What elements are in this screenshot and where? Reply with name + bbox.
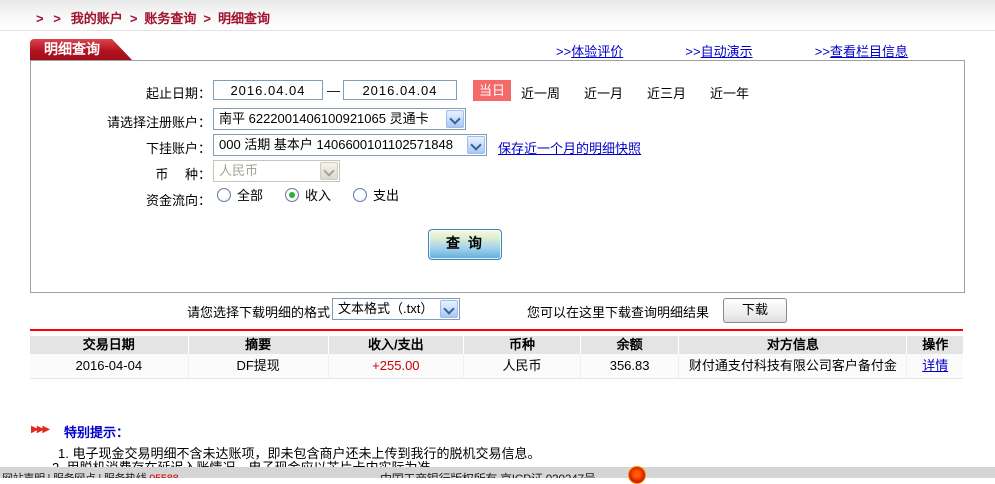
quick-range-month[interactable]: 近一月 xyxy=(584,83,623,102)
table-header-row: 交易日期 摘要 收入/支出 币种 余额 对方信息 操作 xyxy=(30,336,963,354)
date-separator: — xyxy=(327,83,340,98)
breadcrumb: > > 我的账户 > 账务查询 > 明细查询 xyxy=(36,8,270,27)
breadcrumb-my-account[interactable]: 我的账户 xyxy=(71,11,123,26)
quick-range-quarter[interactable]: 近三月 xyxy=(647,83,686,102)
link-label: 体验评价 xyxy=(571,44,623,59)
fund-flow-label: 资金流向： xyxy=(31,190,211,209)
red-seal-icon xyxy=(628,466,646,484)
results-table: 交易日期 摘要 收入/支出 币种 余额 对方信息 操作 2016-04-04 D… xyxy=(30,336,963,379)
sub-account-label: 下挂账户： xyxy=(31,138,211,157)
col-header-action: 操作 xyxy=(906,336,963,354)
flow-option-all[interactable]: 全部 xyxy=(217,185,263,204)
radio-label: 收入 xyxy=(305,185,331,204)
flow-option-expense[interactable]: 支出 xyxy=(353,185,399,204)
col-header-counterparty: 对方信息 xyxy=(678,336,906,354)
chevron-down-icon[interactable] xyxy=(446,110,464,128)
link-prefix: >> xyxy=(685,44,700,59)
breadcrumb-prefix: > > xyxy=(36,11,64,26)
col-header-summary: 摘要 xyxy=(188,336,328,354)
radio-income[interactable] xyxy=(285,188,299,202)
radio-label: 全部 xyxy=(237,185,263,204)
chevron-down-icon xyxy=(320,162,338,180)
link-label: 查看栏目信息 xyxy=(830,44,908,59)
radio-expense[interactable] xyxy=(353,188,367,202)
sub-account-value: 000 活期 基本户 1406600101102571848 xyxy=(219,135,466,155)
cell-date: 2016-04-04 xyxy=(30,354,188,378)
cell-summary: DF提现 xyxy=(188,354,328,378)
save-snapshot-link[interactable]: 保存近一个月的明细快照 xyxy=(498,138,641,157)
cell-counterparty: 财付通支付科技有限公司客户备付金 xyxy=(678,354,906,378)
query-button[interactable]: 查 询 xyxy=(428,229,502,260)
link-prefix: >> xyxy=(556,44,571,59)
footer-bar: 网站声明 | 服务网点 | 服务热线 95588 中国工商银行版权所有 京ICP… xyxy=(0,467,995,478)
quick-range-year[interactable]: 近一年 xyxy=(710,83,749,102)
link-prefix: >> xyxy=(815,44,830,59)
currency-select-disabled: 人民币 xyxy=(213,160,340,182)
breadcrumb-account-query[interactable]: 账务查询 xyxy=(144,11,196,26)
header-links: >>体验评价 >>自动演示 >>查看栏目信息 xyxy=(556,41,908,60)
col-header-balance: 余额 xyxy=(580,336,678,354)
registered-account-select[interactable]: 南平 6222001406100921065 灵通卡 xyxy=(213,108,466,130)
footer-left-text: 网站声明 | 服务网点 | 服务热线 95588 xyxy=(2,470,178,478)
cell-balance: 356.83 xyxy=(580,354,678,378)
breadcrumb-detail-query[interactable]: 明细查询 xyxy=(218,11,270,26)
breadcrumb-separator: > xyxy=(130,11,138,26)
col-header-currency: 币种 xyxy=(463,336,580,354)
detail-link[interactable]: 详情 xyxy=(922,358,948,373)
cell-amount: +255.00 xyxy=(328,354,463,378)
footer-copyright: 中国工商银行版权所有 京ICP证 030247号 xyxy=(380,470,596,478)
triple-arrow-icon: ▶▶▶ xyxy=(31,424,48,435)
hotline-number: 95588 xyxy=(149,473,178,478)
radio-all[interactable] xyxy=(217,188,231,202)
link-experience-review[interactable]: >>体验评价 xyxy=(556,41,623,60)
radio-label: 支出 xyxy=(373,185,399,204)
cell-currency: 人民币 xyxy=(463,354,580,378)
breadcrumb-bar: > > 我的账户 > 账务查询 > 明细查询 xyxy=(0,0,995,31)
date-from-input[interactable] xyxy=(213,80,323,100)
col-header-date: 交易日期 xyxy=(30,336,188,354)
chevron-down-icon[interactable] xyxy=(467,136,485,154)
cell-action: 详情 xyxy=(906,354,963,378)
currency-value: 人民币 xyxy=(219,161,319,181)
breadcrumb-separator: > xyxy=(203,11,211,26)
special-notes-title: 特别提示： xyxy=(64,422,129,441)
flow-option-income[interactable]: 收入 xyxy=(285,185,331,204)
download-format-value: 文本格式（.txt） xyxy=(338,299,439,319)
date-to-input[interactable] xyxy=(343,80,457,100)
red-divider xyxy=(30,329,963,331)
registered-account-value: 南平 6222001406100921065 灵通卡 xyxy=(219,109,445,129)
download-format-select[interactable]: 文本格式（.txt） xyxy=(332,298,460,320)
date-range-label: 起止日期： xyxy=(31,83,211,102)
fund-flow-options: 全部 收入 支出 xyxy=(217,185,421,204)
col-header-amount: 收入/支出 xyxy=(328,336,463,354)
currency-label: 币 种： xyxy=(31,164,211,183)
download-hint: 您可以在这里下载查询明细结果 xyxy=(527,302,709,321)
link-label: 自动演示 xyxy=(701,44,753,59)
download-button[interactable]: 下载 xyxy=(723,298,787,323)
link-view-column-info[interactable]: >>查看栏目信息 xyxy=(815,41,908,60)
registered-account-label: 请选择注册账户： xyxy=(31,112,211,131)
today-badge-button[interactable]: 当日 xyxy=(473,80,511,101)
chevron-down-icon[interactable] xyxy=(440,300,458,318)
download-format-label: 请您选择下载明细的格式 xyxy=(187,302,330,321)
link-auto-demo[interactable]: >>自动演示 xyxy=(685,41,752,60)
page: > >我的账户>账务查询>明细查询 明细查询 >>体验评价 >>自动演示 >>查… xyxy=(0,0,995,478)
quick-range-week[interactable]: 近一周 xyxy=(521,83,560,102)
sub-account-select[interactable]: 000 活期 基本户 1406600101102571848 xyxy=(213,134,487,156)
table-row: 2016-04-04 DF提现 +255.00 人民币 356.83 财付通支付… xyxy=(30,354,963,379)
tab-detail-query[interactable]: 明细查询 xyxy=(30,39,132,60)
query-form-panel: 起止日期： — 当日 近一周 近一月 近三月 近一年 请选择注册账户： 南平 6… xyxy=(30,60,965,293)
